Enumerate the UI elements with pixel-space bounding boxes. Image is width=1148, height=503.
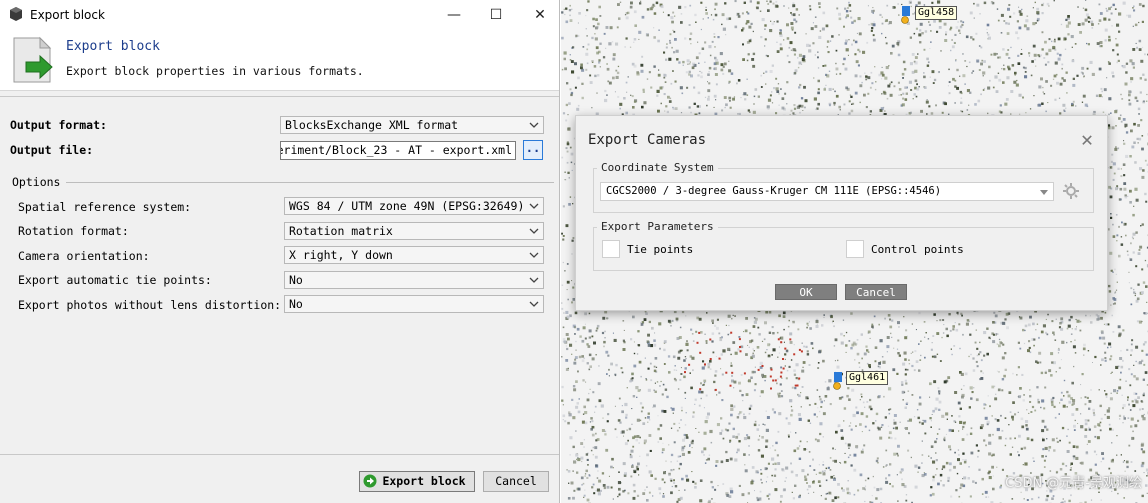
crs-value: CGCS2000 / 3-degree Gauss-Kruger CM 111E… [606,185,942,197]
option-label-rotation-format: Rotation format: [18,224,129,238]
divider [0,96,559,97]
dialog-title: Export Cameras [588,132,707,148]
output-file-value: periment/Block_23 - AT - export.xml [280,143,512,157]
maximize-button[interactable]: ☐ [482,4,510,26]
marker-label-ggl461[interactable]: Ggl461 [846,371,889,385]
marker-label-ggl458[interactable]: Ggl458 [915,6,958,20]
dialog-cancel-button[interactable]: Cancel [845,284,907,300]
tie-points-label: Tie points [627,243,694,256]
dropdown-arrow-icon [1040,190,1048,195]
options-group-line [66,182,554,183]
rotation-format-value: Rotation matrix [289,224,393,238]
crs-settings-icon[interactable] [1062,182,1080,200]
header-panel: Export block Export block properties in … [0,30,559,91]
footer-divider [0,454,559,455]
tie-points-select[interactable]: No [284,271,544,289]
minimize-button[interactable]: — [440,4,468,26]
option-label-camera-orientation: Camera orientation: [18,249,150,263]
crs-select[interactable]: CGCS2000 / 3-degree Gauss-Kruger CM 111E… [600,182,1054,201]
window-title: Export block [30,8,105,22]
chevron-down-icon [529,277,539,283]
header-subtitle: Export block properties in various forma… [66,64,364,78]
ok-button[interactable]: OK [775,284,837,300]
lens-distortion-select[interactable]: No [284,295,544,313]
output-format-label: Output format: [10,118,107,132]
export-cameras-dialog: Export Cameras ✕ Coordinate System CGCS2… [575,115,1108,311]
chevron-down-icon [529,203,539,209]
chevron-down-icon [529,228,539,234]
output-format-select[interactable]: BlocksExchange XML format [280,116,544,134]
output-file-label: Output file: [10,143,94,157]
chevron-down-icon [529,122,539,128]
coordinate-system-legend: Coordinate System [597,161,718,174]
marker-pin-icon [901,6,910,24]
export-block-button[interactable]: Export block [359,471,475,492]
option-label-tie-points: Export automatic tie points: [18,273,212,287]
tie-points-checkbox[interactable] [602,240,620,258]
app-cube-icon [10,7,22,21]
marker-pin-icon [833,372,842,390]
export-block-window: Export block — ☐ ✕ Export block Export b… [0,0,560,503]
close-button[interactable]: ✕ [526,4,554,26]
control-points-checkbox[interactable] [846,240,864,258]
rotation-format-select[interactable]: Rotation matrix [284,222,544,240]
option-label-lens-distortion: Export photos without lens distortion: [18,298,282,312]
option-label-srs: Spatial reference system: [18,200,192,214]
srs-value: WGS 84 / UTM zone 49N (EPSG:32649) [289,199,525,213]
title-bar: Export block — ☐ ✕ [0,0,559,30]
srs-select[interactable]: WGS 84 / UTM zone 49N (EPSG:32649) [284,197,544,215]
chevron-down-icon [529,301,539,307]
camera-orientation-value: X right, Y down [289,248,393,262]
export-parameters-legend: Export Parameters [597,220,718,233]
green-arrow-icon [363,474,377,488]
header-title: Export block [66,39,160,54]
options-group-label: Options [12,175,61,189]
tie-points-value: No [289,273,303,287]
output-format-value: BlocksExchange XML format [285,118,459,132]
control-points-label: Control points [871,243,964,256]
export-document-icon [13,36,53,83]
lens-distortion-value: No [289,297,303,311]
browse-button[interactable]: .. [523,140,543,160]
camera-orientation-select[interactable]: X right, Y down [284,246,544,264]
chevron-down-icon [529,252,539,258]
cancel-button[interactable]: Cancel [483,471,549,492]
close-icon[interactable]: ✕ [1081,129,1093,149]
watermark: CSDN @元青-景观测绘 [1005,476,1142,491]
output-file-input[interactable]: periment/Block_23 - AT - export.xml [280,141,516,160]
export-block-button-label: Export block [382,474,466,488]
